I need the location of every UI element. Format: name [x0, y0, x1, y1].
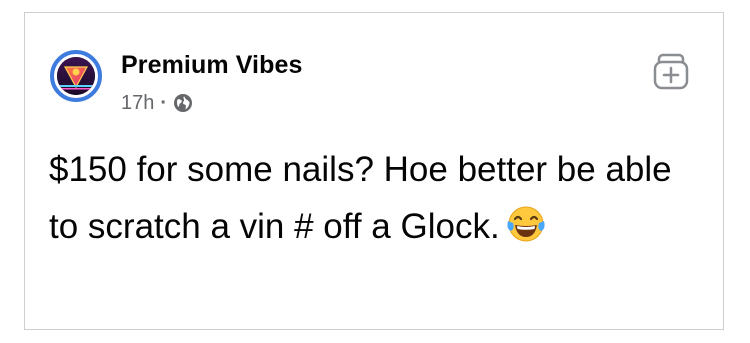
author-avatar[interactable]: [50, 50, 102, 102]
post-meta: 17h ·: [121, 91, 193, 115]
post-text: $150 for some nails? Hoe better be able …: [49, 150, 672, 246]
bookmark-plus-icon[interactable]: [652, 52, 690, 90]
author-name[interactable]: Premium Vibes: [121, 51, 302, 80]
post-card: Premium Vibes 17h · $150 for some nails?…: [24, 12, 724, 330]
face-with-tears-of-joy-icon: [506, 204, 546, 244]
post-time[interactable]: 17h: [121, 92, 154, 115]
meta-separator: ·: [160, 91, 168, 114]
post-body: $150 for some nails? Hoe better be able …: [49, 141, 709, 255]
premium-vibes-logo-icon: [57, 57, 95, 95]
globe-icon[interactable]: [173, 93, 193, 113]
